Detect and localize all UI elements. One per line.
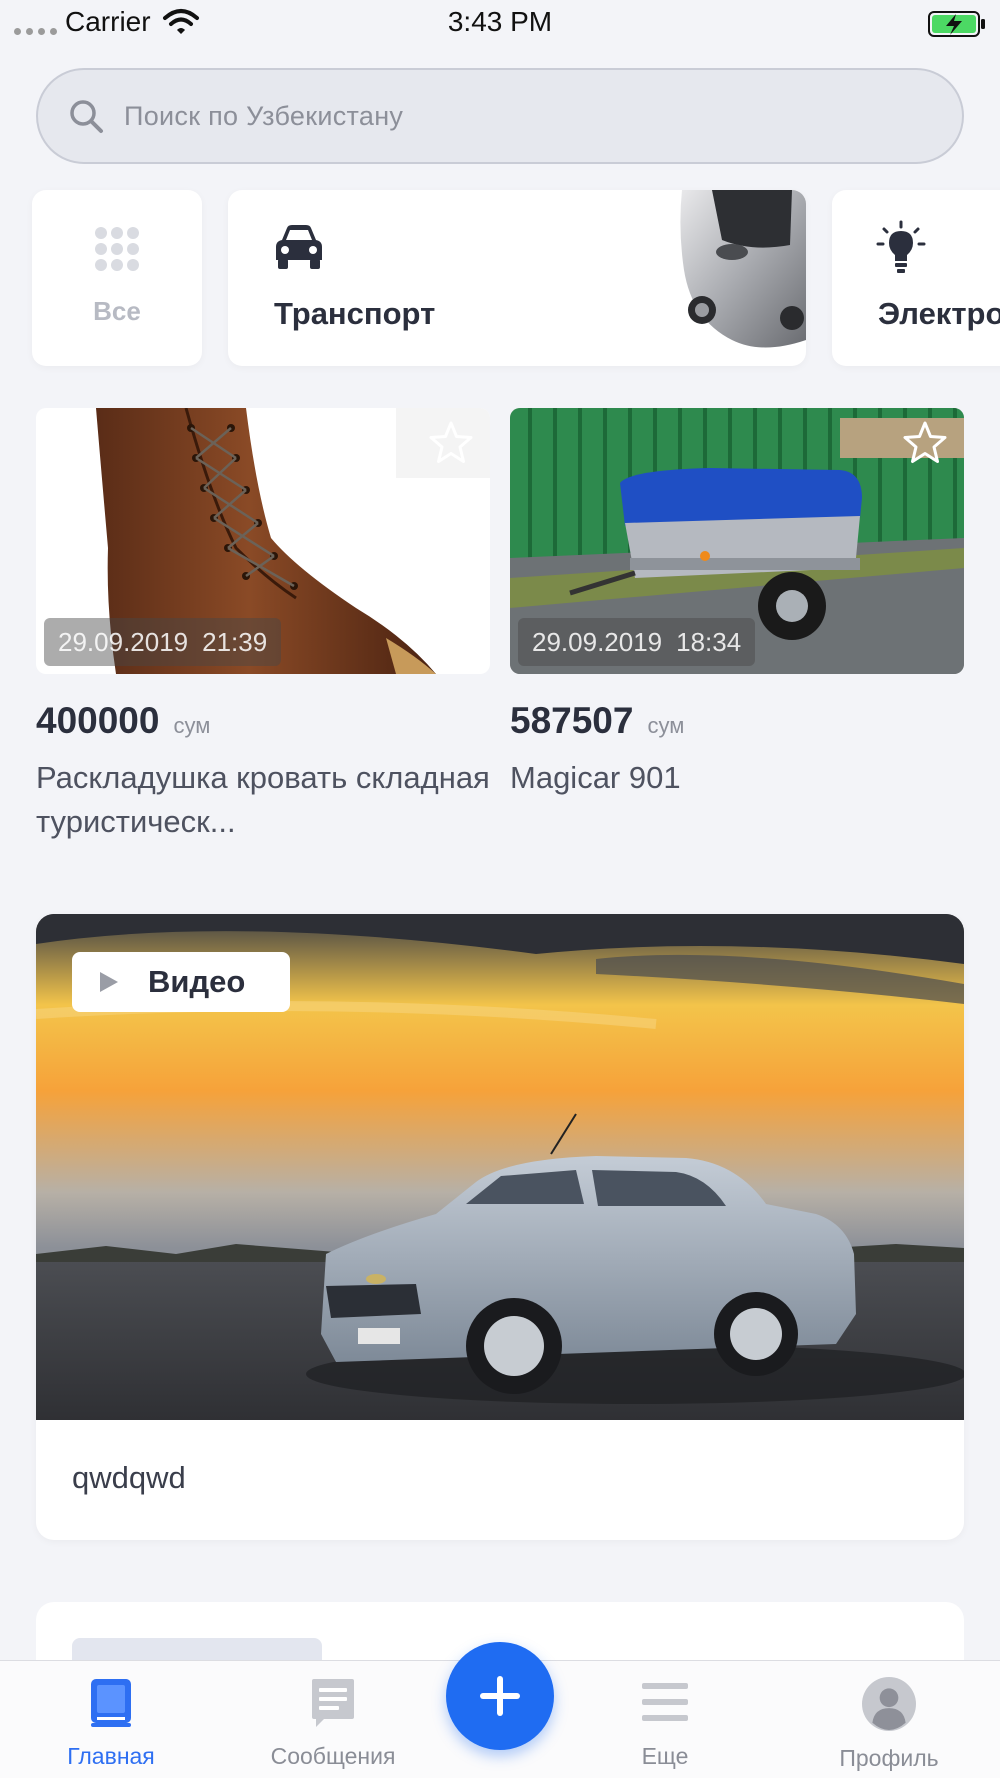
listing-thumbnail[interactable]: 29.09.2019 18:34 (510, 408, 964, 674)
listing-date: 29.09.2019 (58, 626, 189, 657)
search-icon (70, 100, 103, 133)
tab-label: Сообщения (270, 1743, 396, 1769)
video-title: qwdqwd (72, 1460, 186, 1495)
play-icon (100, 972, 118, 992)
listing-price: 587507 (510, 700, 634, 741)
category-electronics[interactable]: Электро (832, 190, 1000, 366)
tab-profile[interactable]: Профиль (804, 1677, 974, 1777)
listing-price-row: 400000 сум (36, 700, 490, 742)
category-transport[interactable]: Транспорт (228, 190, 806, 366)
video-card[interactable]: Видео qwdqwd (36, 914, 964, 1540)
favorite-star-icon[interactable] (900, 418, 950, 468)
favorite-star-icon[interactable] (426, 418, 476, 468)
messages-icon (312, 1679, 354, 1727)
category-car-image (680, 190, 806, 348)
tab-label: Еще (641, 1743, 689, 1769)
listing-currency: сум (173, 713, 211, 738)
add-listing-button[interactable] (446, 1642, 554, 1750)
car-icon (276, 225, 322, 269)
listing-title: Раскладушка кровать складная туристическ… (36, 760, 490, 839)
category-label: Все (93, 296, 141, 326)
search-input[interactable]: Поиск по Узбекистану (36, 68, 964, 164)
listing-currency: сум (647, 713, 685, 738)
listing-card[interactable]: 29.09.2019 18:34 587507 сум Magicar 901 (510, 408, 964, 800)
video-badge-label: Видео (148, 964, 246, 999)
home-book-icon (91, 1679, 131, 1727)
tab-more[interactable]: Еще (580, 1677, 750, 1777)
battery-charging-icon (928, 11, 985, 37)
listing-price: 400000 (36, 700, 160, 741)
listing-date: 29.09.2019 (532, 626, 663, 657)
listing-title: Magicar 901 (510, 760, 681, 795)
tab-label: Главная (67, 1743, 155, 1769)
listing-price-row: 587507 сум (510, 700, 964, 742)
tab-label: Профиль (839, 1745, 939, 1771)
search-placeholder: Поиск по Узбекистану (124, 100, 404, 131)
listing-time: 18:34 (676, 626, 742, 657)
listing-date-badge: 29.09.2019 18:34 (518, 618, 756, 666)
tab-messages[interactable]: Сообщения (248, 1677, 418, 1777)
listing-card[interactable]: 29.09.2019 21:39 400000 сум Раскладушка … (36, 408, 490, 844)
tab-home[interactable]: Главная (26, 1677, 196, 1777)
profile-icon (862, 1677, 916, 1731)
status-bar: Carrier 3:43 PM (0, 0, 1000, 46)
category-label: Электро (878, 296, 1000, 331)
listing-time: 21:39 (202, 626, 268, 657)
category-label: Транспорт (274, 296, 436, 331)
bulb-icon (876, 220, 926, 273)
menu-icon (642, 1683, 688, 1721)
status-time: 3:43 PM (447, 6, 553, 37)
listing-thumbnail[interactable]: 29.09.2019 21:39 (36, 408, 490, 674)
category-all[interactable]: Все (32, 190, 202, 366)
grid-icon (95, 227, 139, 271)
video-badge: Видео (72, 952, 290, 1012)
listing-date-badge: 29.09.2019 21:39 (44, 618, 282, 666)
plus-icon (480, 1676, 520, 1716)
